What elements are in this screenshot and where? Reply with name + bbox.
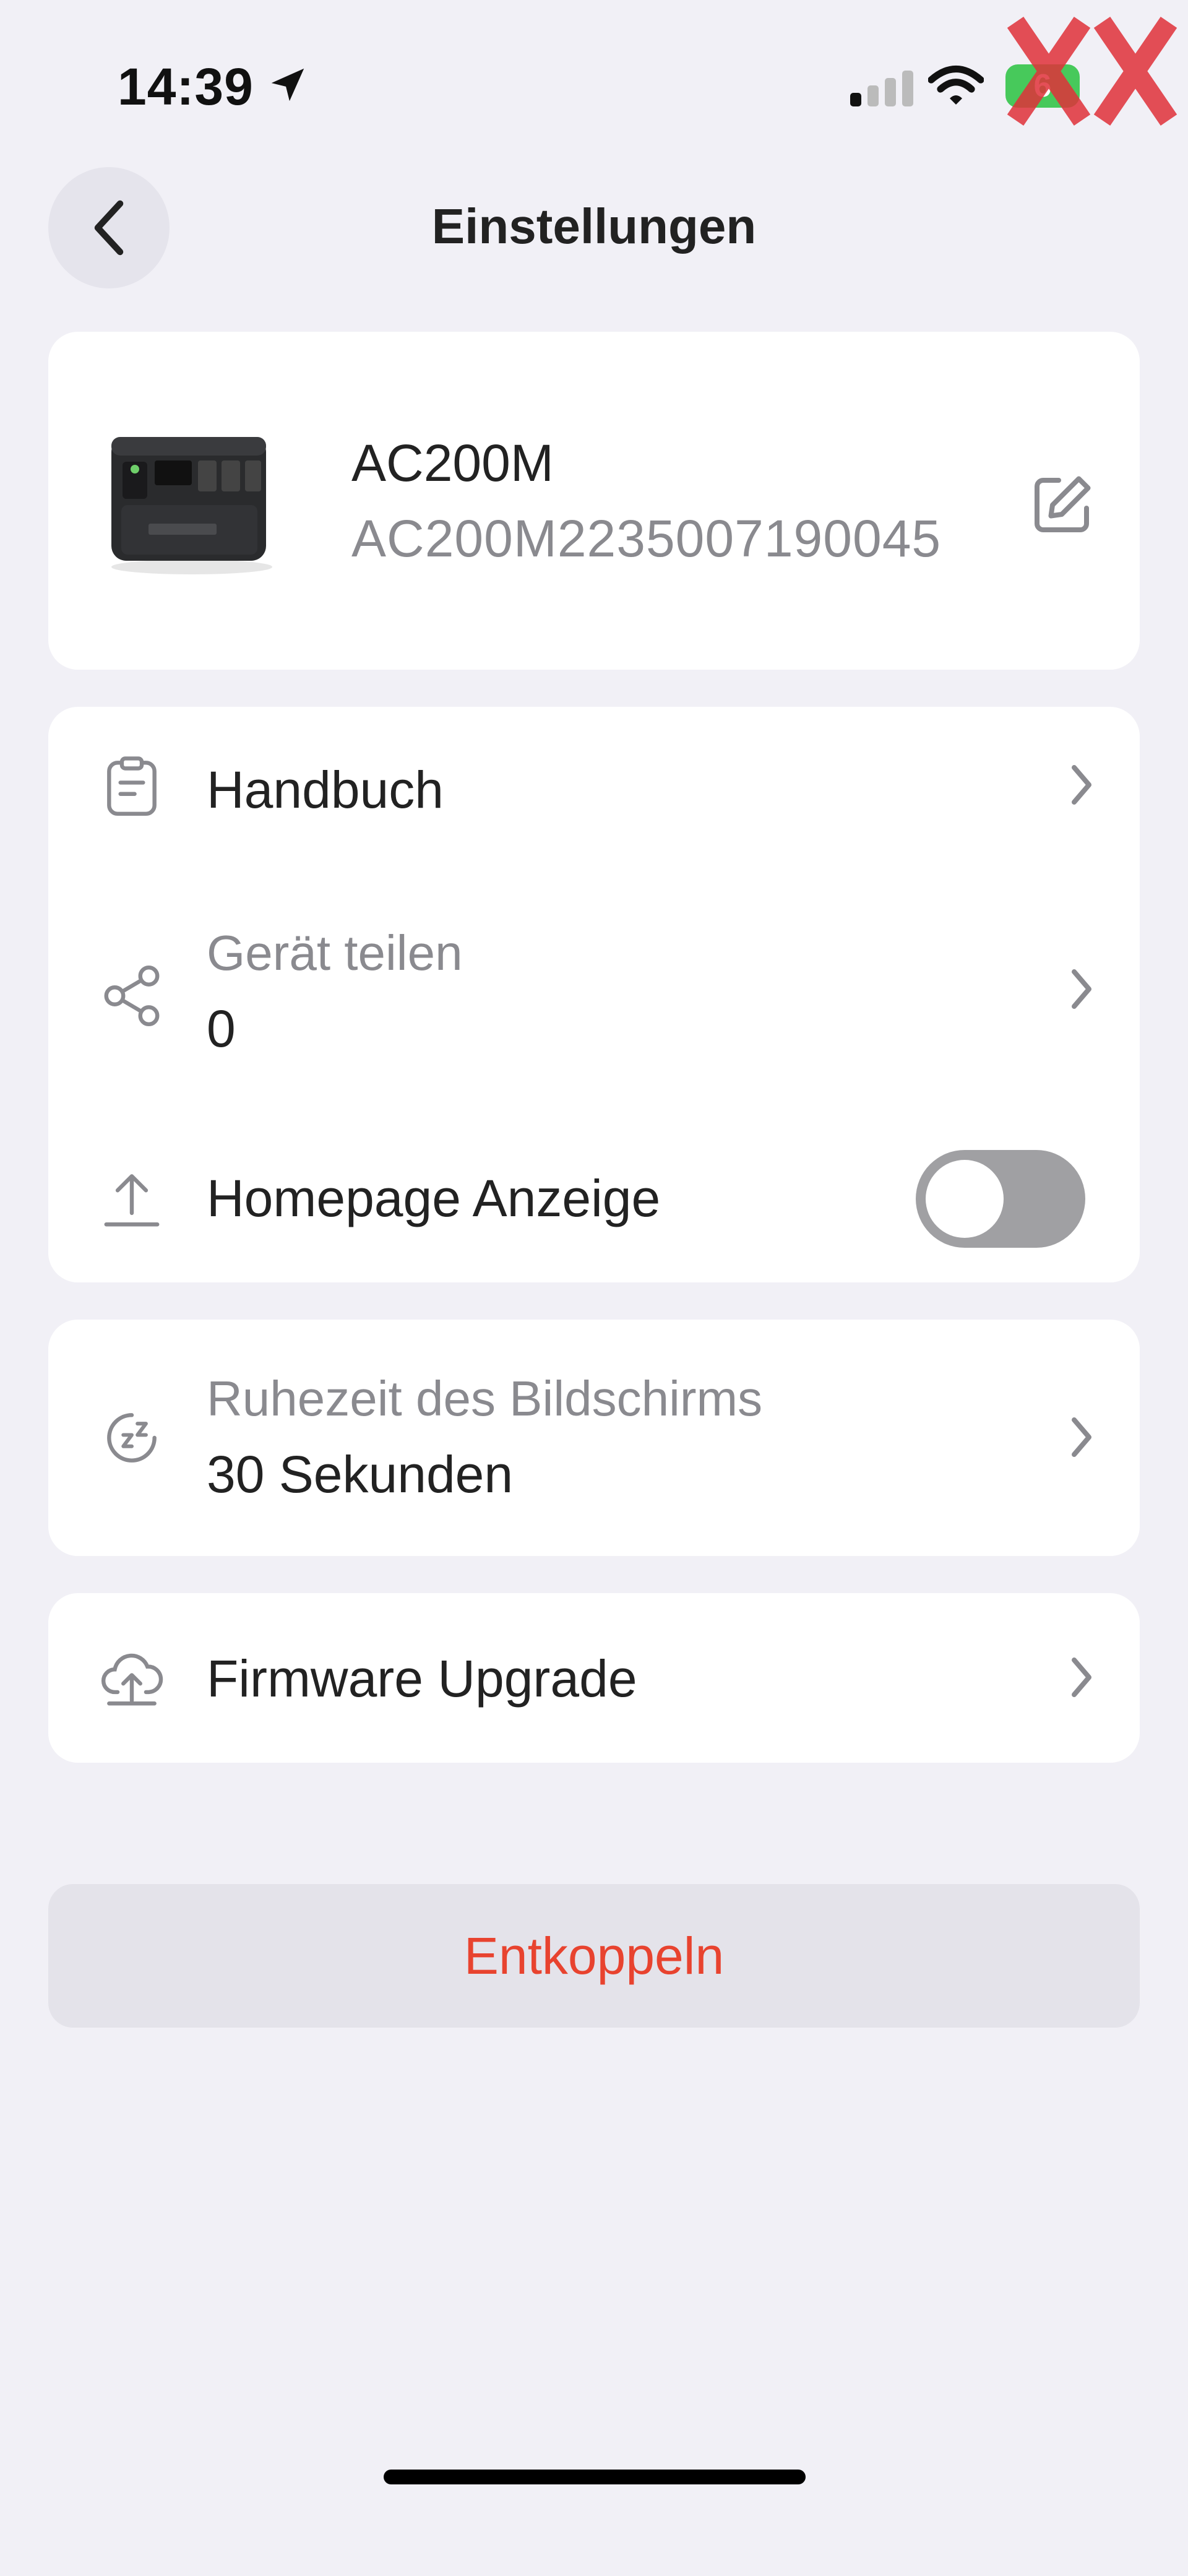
cloud-upload-icon [101, 1653, 163, 1706]
status-time: 14:39 [118, 58, 254, 116]
chevron-right-icon [1072, 765, 1091, 805]
firmware-upgrade-label: Firmware Upgrade [207, 1649, 637, 1708]
homepage-display-label: Homepage Anzeige [207, 1169, 661, 1227]
screen-timeout-label: Ruhezeit des Bildschirms [207, 1371, 763, 1426]
device-name: AC200M [351, 434, 554, 492]
unbind-button[interactable]: Entkoppeln [48, 1884, 1140, 2028]
cellular-signal-icon [850, 69, 913, 106]
screen-timeout-value: 30 Sekunden [207, 1445, 514, 1503]
sleep-timer-icon [107, 1413, 157, 1463]
clipboard-icon [107, 756, 157, 816]
chevron-right-icon [1072, 1658, 1091, 1697]
device-serial: AC200M2235007190045 [351, 509, 942, 568]
chevron-right-icon [1072, 969, 1091, 1009]
edit-icon[interactable] [1025, 468, 1099, 542]
chevron-right-icon [1072, 1417, 1091, 1457]
share-icon [104, 965, 160, 1027]
location-arrow-icon [271, 68, 304, 102]
upload-icon [104, 1174, 160, 1227]
wifi-icon [928, 65, 984, 105]
share-device-label: Gerät teilen [207, 925, 463, 980]
toggle-knob [926, 1160, 1004, 1238]
manual-label: Handbuch [207, 761, 444, 819]
page-title: Einstellungen [431, 199, 757, 254]
homepage-display-toggle[interactable] [916, 1150, 1085, 1248]
device-image [111, 437, 272, 574]
settings-card: Handbuch Gerät teilen 0 Homepage Anzeige [48, 707, 1140, 1282]
share-count: 0 [207, 1000, 236, 1058]
home-indicator[interactable] [384, 2470, 806, 2484]
screen-timeout-card[interactable]: Ruhezeit des Bildschirms 30 Sekunden [48, 1320, 1140, 1556]
device-card: AC200M AC200M2235007190045 [48, 332, 1140, 670]
firmware-upgrade-card[interactable]: Firmware Upgrade [48, 1593, 1140, 1763]
logo-watermark [1007, 16, 1177, 126]
